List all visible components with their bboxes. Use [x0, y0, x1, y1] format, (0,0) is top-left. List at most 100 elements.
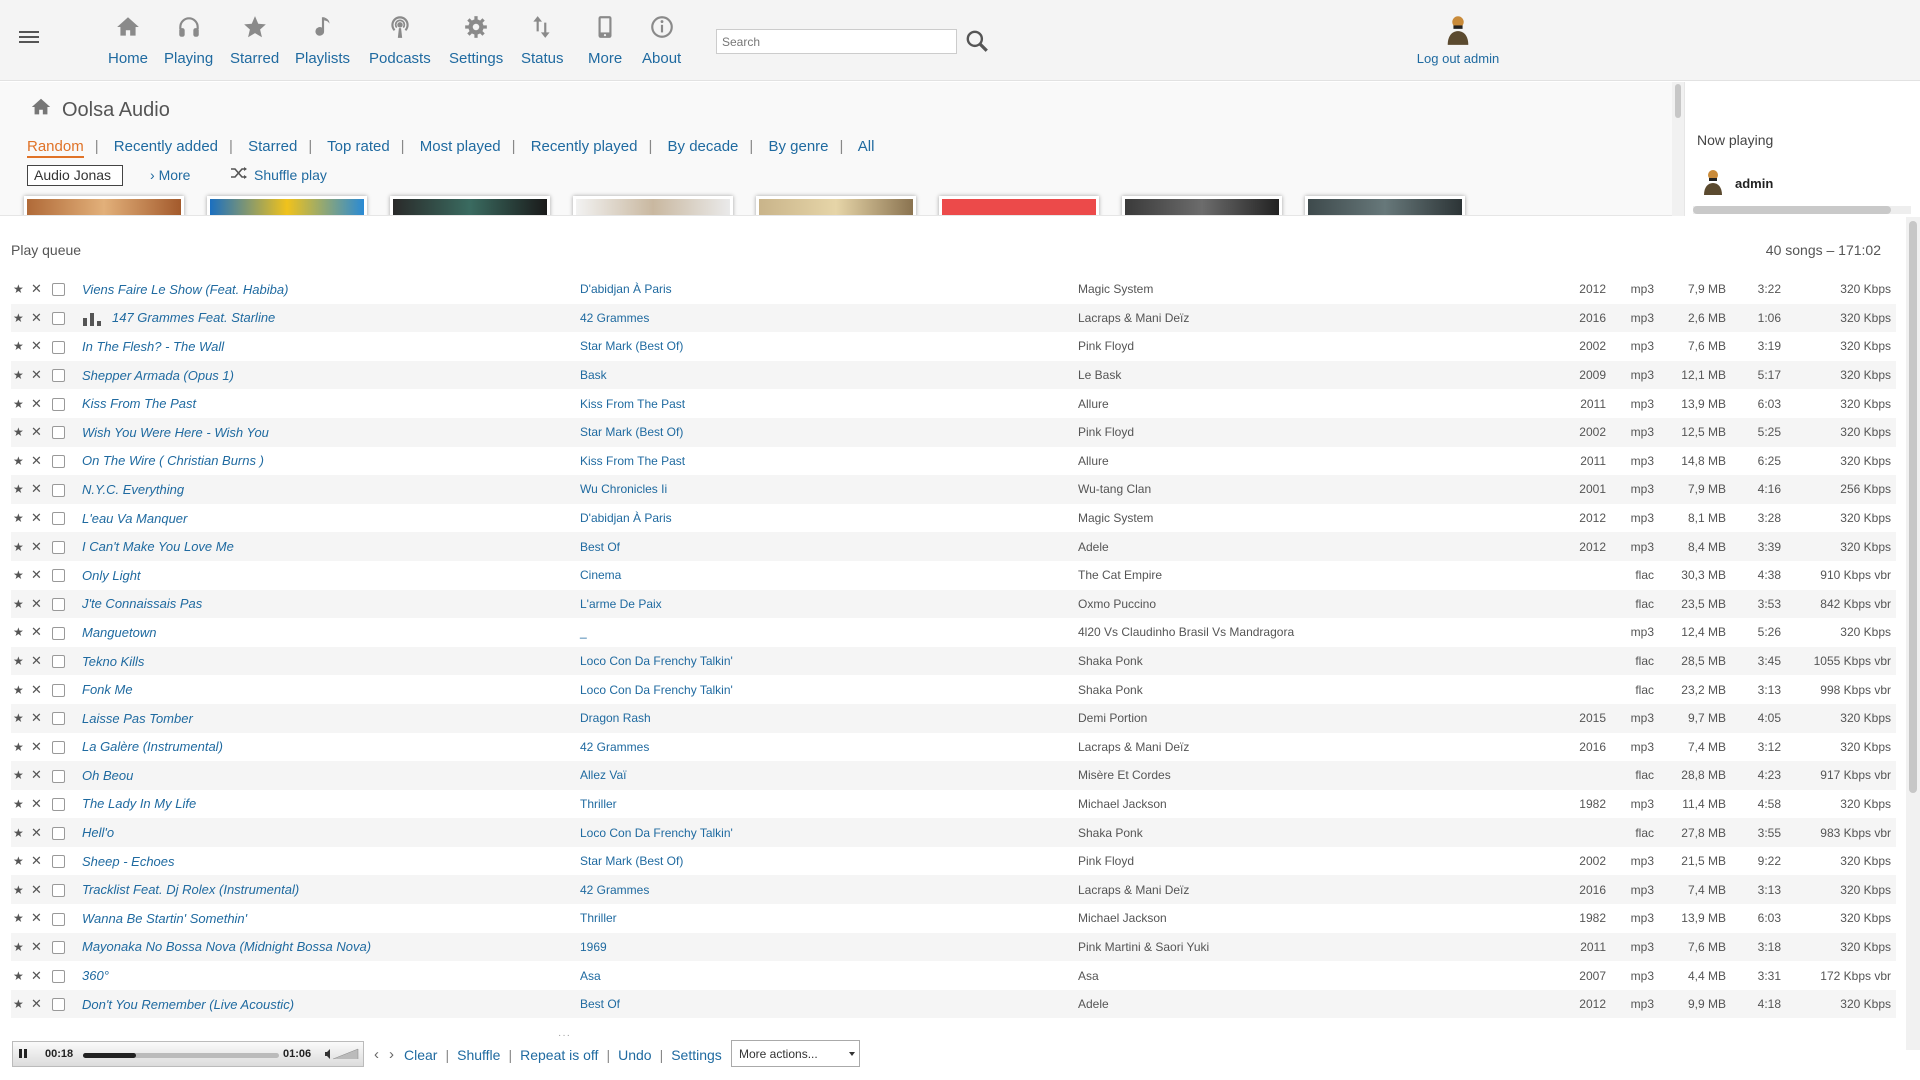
play-queue-scrollbar[interactable] — [1906, 217, 1920, 1050]
album-link[interactable]: 42 Grammes — [580, 740, 649, 754]
remove-icon[interactable]: ✕ — [29, 733, 50, 762]
previous-track-icon[interactable]: ‹ — [374, 1046, 379, 1063]
remove-icon[interactable]: ✕ — [29, 647, 50, 676]
song-title-link[interactable]: L'eau Va Manquer — [82, 511, 187, 526]
tab-by-genre[interactable]: By genre — [768, 138, 828, 155]
tab-top-rated[interactable]: Top rated — [327, 138, 390, 155]
row-checkbox[interactable] — [52, 855, 65, 869]
nav-status[interactable]: Status — [521, 14, 564, 67]
remove-icon[interactable]: ✕ — [29, 332, 50, 361]
row-checkbox[interactable] — [52, 312, 65, 326]
song-title-link[interactable]: Wish You Were Here - Wish You — [82, 425, 269, 440]
song-title-link[interactable]: Oh Beou — [82, 768, 133, 783]
remove-icon[interactable]: ✕ — [29, 847, 50, 876]
star-icon[interactable]: ★ — [11, 590, 29, 619]
remove-icon[interactable]: ✕ — [29, 904, 50, 933]
nav-home[interactable]: Home — [108, 14, 148, 67]
song-title-link[interactable]: Kiss From The Past — [82, 396, 196, 411]
album-thumbnail[interactable] — [390, 196, 550, 215]
home-scrollbar[interactable] — [1672, 82, 1684, 216]
shuffle-button[interactable]: Shuffle — [457, 1047, 500, 1063]
now-playing-user[interactable]: admin — [1701, 168, 1773, 199]
album-link[interactable]: 42 Grammes — [580, 883, 649, 897]
row-checkbox[interactable] — [52, 655, 65, 669]
song-title-link[interactable]: Manguetown — [82, 625, 156, 640]
song-title-link[interactable]: Laisse Pas Tomber — [82, 711, 193, 726]
song-title-link[interactable]: J'te Connaissais Pas — [82, 596, 202, 611]
nav-playing[interactable]: Playing — [164, 14, 213, 67]
album-thumbnail[interactable] — [756, 196, 916, 215]
next-track-icon[interactable]: › — [389, 1046, 394, 1063]
star-icon[interactable]: ★ — [11, 675, 29, 704]
song-title-link[interactable]: Tekno Kills — [82, 654, 144, 669]
song-title-link[interactable]: Fonk Me — [82, 682, 133, 697]
album-thumbnail[interactable] — [1305, 196, 1465, 215]
star-icon[interactable]: ★ — [11, 532, 29, 561]
song-title-link[interactable]: Shepper Armada (Opus 1) — [82, 368, 234, 383]
now-playing-scrollbar[interactable] — [1693, 206, 1911, 214]
row-checkbox[interactable] — [52, 483, 65, 497]
nav-starred[interactable]: Starred — [230, 14, 279, 67]
song-title-link[interactable]: Mayonaka No Bossa Nova (Midnight Bossa N… — [82, 939, 371, 954]
song-title-link[interactable]: Wanna Be Startin' Somethin' — [82, 911, 247, 926]
album-link[interactable]: _ — [580, 625, 587, 639]
album-link[interactable]: L'arme De Paix — [580, 597, 662, 611]
star-icon[interactable]: ★ — [11, 904, 29, 933]
remove-icon[interactable]: ✕ — [29, 504, 50, 533]
star-icon[interactable]: ★ — [11, 818, 29, 847]
album-link[interactable]: D'abidjan À Paris — [580, 282, 672, 296]
remove-icon[interactable]: ✕ — [29, 818, 50, 847]
album-link[interactable]: Loco Con Da Frenchy Talkin' — [580, 826, 733, 840]
album-link[interactable]: Loco Con Da Frenchy Talkin' — [580, 683, 733, 697]
star-icon[interactable]: ★ — [11, 761, 29, 790]
row-checkbox[interactable] — [52, 798, 65, 812]
pause-icon[interactable] — [19, 1049, 29, 1059]
more-actions-select[interactable]: More actions... — [731, 1040, 860, 1067]
album-link[interactable]: Best Of — [580, 540, 620, 554]
star-icon[interactable]: ★ — [11, 304, 29, 333]
remove-icon[interactable]: ✕ — [29, 675, 50, 704]
star-icon[interactable]: ★ — [11, 504, 29, 533]
album-link[interactable]: Thriller — [580, 797, 617, 811]
row-checkbox[interactable] — [52, 283, 65, 297]
remove-icon[interactable]: ✕ — [29, 875, 50, 904]
tab-random[interactable]: Random — [27, 138, 84, 158]
row-checkbox[interactable] — [52, 826, 65, 840]
row-checkbox[interactable] — [52, 998, 65, 1012]
album-link[interactable]: Thriller — [580, 911, 617, 925]
row-checkbox[interactable] — [52, 969, 65, 983]
logout-button[interactable]: Log out admin — [1408, 14, 1508, 66]
star-icon[interactable]: ★ — [11, 961, 29, 990]
album-link[interactable]: 42 Grammes — [580, 311, 649, 325]
progress-slider[interactable] — [83, 1053, 279, 1058]
row-checkbox[interactable] — [52, 397, 65, 411]
album-thumbnail[interactable] — [1122, 196, 1282, 215]
star-icon[interactable]: ★ — [11, 618, 29, 647]
remove-icon[interactable]: ✕ — [29, 761, 50, 790]
row-checkbox[interactable] — [52, 512, 65, 526]
nav-playlists[interactable]: Playlists — [295, 14, 350, 67]
song-title-link[interactable]: In The Flesh? - The Wall — [82, 339, 224, 354]
row-checkbox[interactable] — [52, 455, 65, 469]
song-title-link[interactable]: La Galère (Instrumental) — [82, 739, 223, 754]
hamburger-menu-icon[interactable] — [19, 31, 39, 46]
album-thumbnail[interactable] — [207, 196, 367, 215]
song-title-link[interactable]: On The Wire ( Christian Burns ) — [82, 453, 264, 468]
tab-recently-added[interactable]: Recently added — [114, 138, 218, 155]
remove-icon[interactable]: ✕ — [29, 304, 50, 333]
row-checkbox[interactable] — [52, 369, 65, 383]
album-link[interactable]: Star Mark (Best Of) — [580, 425, 683, 439]
tab-all[interactable]: All — [858, 138, 875, 155]
star-icon[interactable]: ★ — [11, 389, 29, 418]
nav-more[interactable]: More — [588, 14, 622, 67]
song-title-link[interactable]: Sheep - Echoes — [82, 854, 175, 869]
star-icon[interactable]: ★ — [11, 933, 29, 962]
album-link[interactable]: Asa — [580, 969, 601, 983]
star-icon[interactable]: ★ — [11, 418, 29, 447]
album-link[interactable]: Loco Con Da Frenchy Talkin' — [580, 654, 733, 668]
star-icon[interactable]: ★ — [11, 561, 29, 590]
album-link[interactable]: Best Of — [580, 997, 620, 1011]
search-input[interactable] — [716, 29, 957, 54]
album-thumbnail[interactable] — [24, 196, 184, 215]
song-title-link[interactable]: Tracklist Feat. Dj Rolex (Instrumental) — [82, 882, 299, 897]
